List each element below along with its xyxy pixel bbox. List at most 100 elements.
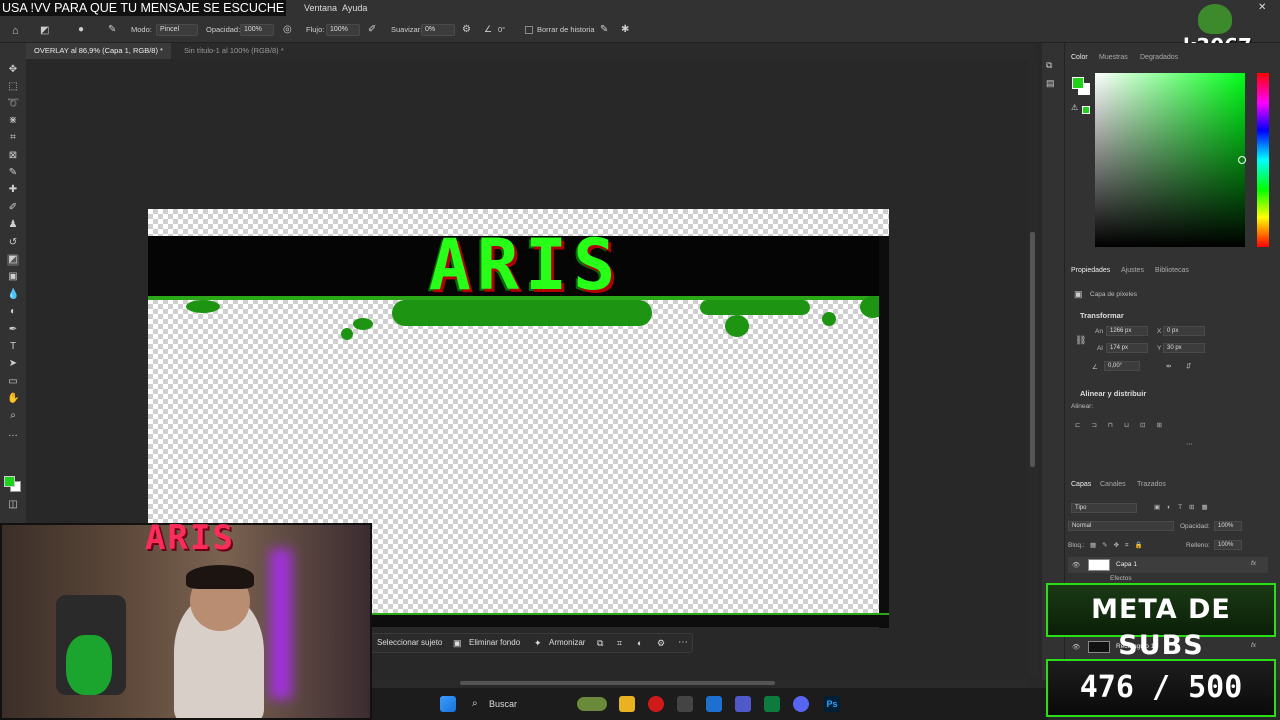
- tab-paths[interactable]: Trazados: [1137, 479, 1166, 491]
- taskbar-search[interactable]: Buscar: [489, 696, 517, 712]
- blend-mode-select[interactable]: Normal: [1068, 521, 1174, 531]
- x-field[interactable]: 0 px: [1163, 326, 1205, 336]
- history-checkbox[interactable]: [525, 26, 533, 34]
- tab-properties[interactable]: Propiedades: [1071, 265, 1110, 277]
- magic-wand-tool-icon[interactable]: ⋇: [7, 115, 19, 127]
- pen-tool-icon[interactable]: ✒: [7, 324, 19, 336]
- history-brush-icon[interactable]: ↺: [7, 237, 19, 249]
- audio-app-icon[interactable]: [677, 696, 693, 712]
- angle-field[interactable]: 0,00°: [1104, 361, 1140, 371]
- pressure-opacity-icon[interactable]: ◎: [283, 24, 292, 35]
- layer-filter-select[interactable]: Tipo: [1071, 503, 1137, 513]
- height-field[interactable]: 174 px: [1106, 343, 1148, 353]
- hue-slider[interactable]: [1257, 73, 1269, 247]
- tab-swatches[interactable]: Muestras: [1099, 52, 1128, 64]
- lock-icons[interactable]: ▦✎✥⌗🔒: [1090, 541, 1149, 550]
- picker-cursor[interactable]: [1238, 156, 1246, 164]
- align-buttons-icon[interactable]: ⊏⊐⊓⊔⊡⊞: [1075, 421, 1173, 429]
- eraser-tool-icon[interactable]: ◩: [7, 254, 19, 266]
- lasso-tool-icon[interactable]: ➰: [7, 98, 19, 110]
- color-picker-field[interactable]: [1095, 73, 1245, 247]
- web-color-swatch[interactable]: [1082, 106, 1090, 114]
- comments-panel-icon[interactable]: ▤: [1046, 78, 1055, 89]
- close-icon[interactable]: ✕: [1258, 2, 1266, 13]
- vertical-scroll-thumb[interactable]: [1030, 232, 1035, 467]
- link-icon[interactable]: ⛓: [1075, 335, 1086, 346]
- dodge-tool-icon[interactable]: ◐: [7, 306, 19, 318]
- type-tool-icon[interactable]: T: [7, 341, 19, 353]
- align-heading[interactable]: Alinear y distribuir: [1080, 389, 1146, 398]
- fx-icon[interactable]: fx: [1251, 560, 1256, 567]
- mask-icon[interactable]: ⧉: [597, 633, 603, 653]
- y-field[interactable]: 30 px: [1163, 343, 1205, 353]
- transform-icon[interactable]: ⌗: [617, 633, 622, 653]
- gear-icon[interactable]: ⚙: [462, 24, 471, 35]
- windows-start-icon[interactable]: [440, 696, 456, 712]
- file-explorer-icon[interactable]: [619, 696, 635, 712]
- move-tool-icon[interactable]: ✥: [7, 64, 19, 76]
- mode-select[interactable]: Pincel: [156, 24, 198, 36]
- tab-gradients[interactable]: Degradados: [1140, 52, 1178, 64]
- photoshop-icon[interactable]: Ps: [824, 696, 840, 712]
- eyedropper-tool-icon[interactable]: ✎: [7, 167, 19, 179]
- search-icon[interactable]: ⌕: [472, 698, 478, 709]
- menu-ventana[interactable]: Ventana: [304, 0, 337, 16]
- flow-field[interactable]: 100%: [326, 24, 360, 36]
- foreground-color-swatch[interactable]: [4, 476, 15, 487]
- horizontal-scroll-thumb[interactable]: [460, 681, 775, 685]
- tab-overlay[interactable]: OVERLAY al 86,9% (Capa 1, RGB/8) *: [26, 43, 171, 59]
- history-panel-icon[interactable]: ⧉: [1046, 60, 1052, 71]
- layer-name[interactable]: Capa 1: [1116, 561, 1137, 568]
- brush-tool-icon[interactable]: ✐: [7, 202, 19, 214]
- flip-vertical-icon[interactable]: ⇵: [1186, 362, 1191, 370]
- transform-heading[interactable]: Transformar: [1080, 311, 1124, 320]
- tab-layers[interactable]: Capas: [1071, 479, 1091, 491]
- fx-icon[interactable]: fx: [1251, 642, 1256, 649]
- more-options-icon[interactable]: ⋯: [678, 633, 688, 653]
- marquee-tool-icon[interactable]: ⬚: [7, 81, 19, 93]
- tab-channels[interactable]: Canales: [1100, 479, 1126, 491]
- shape-tool-icon[interactable]: ▭: [7, 376, 19, 388]
- flip-horizontal-icon[interactable]: ⇹: [1166, 362, 1171, 370]
- layer-filter-icons[interactable]: ▣◐T⊞▦: [1154, 503, 1215, 511]
- adjust-icon[interactable]: ◐: [637, 633, 642, 653]
- harmonize-button[interactable]: Armonizar: [549, 633, 585, 653]
- hand-tool-icon[interactable]: ✋: [7, 393, 19, 405]
- opacity-field[interactable]: 100%: [240, 24, 274, 36]
- pressure-size-icon[interactable]: ✎: [600, 24, 608, 35]
- home-icon[interactable]: ⌂: [12, 25, 19, 37]
- zoom-tool-icon[interactable]: ⌕: [7, 410, 19, 422]
- tab-untitled[interactable]: Sin título-1 al 100% (RGB/8) *: [176, 43, 292, 59]
- weather-widget-icon[interactable]: [577, 697, 607, 711]
- tab-libraries[interactable]: Bibliotecas: [1155, 265, 1189, 277]
- blur-tool-icon[interactable]: 💧: [7, 289, 19, 301]
- microsoft-store-icon[interactable]: [764, 696, 780, 712]
- frame-tool-icon[interactable]: ⊠: [7, 150, 19, 162]
- settings-icon[interactable]: ⚙: [657, 633, 665, 653]
- more-tools-icon[interactable]: …: [7, 428, 19, 440]
- select-subject-button[interactable]: Seleccionar sujeto: [377, 633, 442, 653]
- tab-adjustments[interactable]: Ajustes: [1121, 265, 1144, 277]
- remove-background-button[interactable]: Eliminar fondo: [469, 633, 520, 653]
- symmetry-icon[interactable]: ✱: [621, 24, 629, 35]
- path-selection-icon[interactable]: ➤: [7, 358, 19, 370]
- tab-color[interactable]: Color: [1071, 52, 1088, 64]
- more-options-icon[interactable]: ⋯: [1186, 440, 1193, 448]
- healing-tool-icon[interactable]: ✚: [7, 184, 19, 196]
- visibility-eye-icon[interactable]: 👁: [1072, 561, 1080, 569]
- discord-icon[interactable]: [793, 696, 809, 712]
- panel-foreground-swatch[interactable]: [1072, 77, 1084, 89]
- brush-size-icon[interactable]: ●: [78, 24, 84, 35]
- crop-tool-icon[interactable]: ⌗: [7, 132, 19, 144]
- brush-settings-icon[interactable]: ✎: [108, 24, 116, 35]
- menu-ayuda[interactable]: Ayuda: [342, 0, 367, 16]
- width-field[interactable]: 1266 px: [1106, 326, 1148, 336]
- stamp-tool-icon[interactable]: ♟: [7, 219, 19, 231]
- store-app-icon[interactable]: [706, 696, 722, 712]
- angle-value[interactable]: 0°: [498, 16, 505, 43]
- airbrush-icon[interactable]: ✐: [368, 24, 376, 35]
- teams-icon[interactable]: [735, 696, 751, 712]
- quick-mask-icon[interactable]: ◫: [7, 499, 19, 511]
- layer-opacity-field[interactable]: 100%: [1214, 521, 1242, 531]
- visibility-eye-icon[interactable]: 👁: [1072, 643, 1080, 651]
